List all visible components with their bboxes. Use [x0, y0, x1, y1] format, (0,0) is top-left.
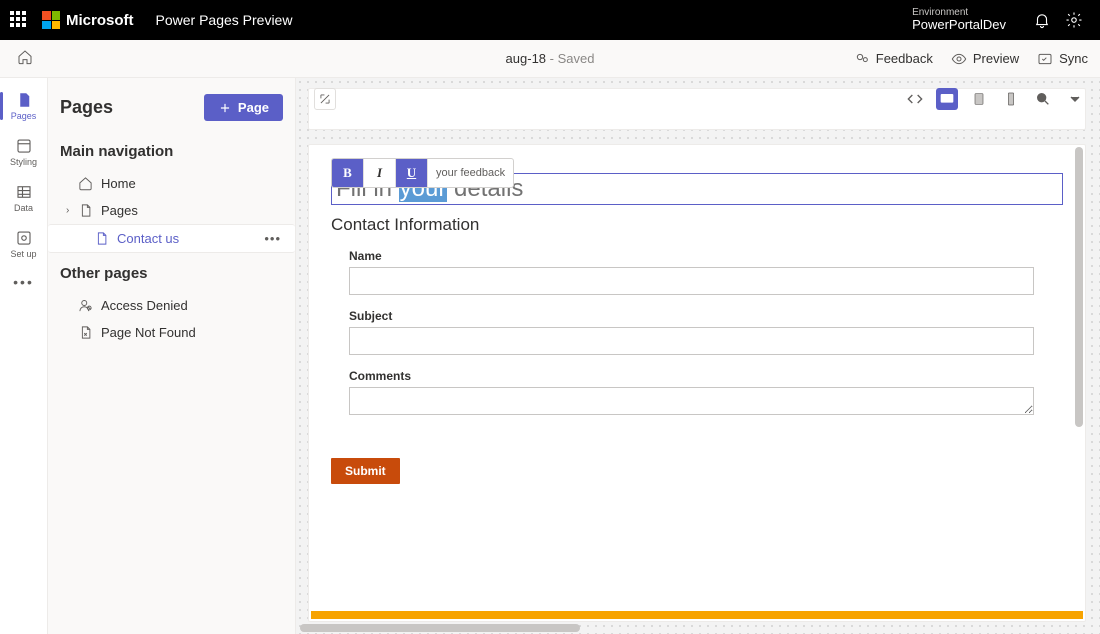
rail-data[interactable]: Data [0, 178, 48, 218]
access-denied-icon [78, 298, 93, 313]
resize-handle[interactable] [314, 88, 336, 110]
home-button[interactable] [12, 49, 38, 68]
bell-icon [1033, 11, 1051, 29]
horizontal-scrollbar[interactable] [300, 624, 580, 632]
tree-pages-label: Pages [101, 203, 138, 218]
microsoft-label: Microsoft [66, 12, 134, 29]
microsoft-brand: Microsoft [42, 11, 134, 29]
styling-icon [15, 137, 33, 155]
tree-not-found-label: Page Not Found [101, 325, 196, 340]
sync-icon [1037, 51, 1053, 67]
tree-access-denied-label: Access Denied [101, 298, 188, 313]
add-page-label: Page [238, 100, 269, 115]
chevron-down-icon [1067, 91, 1083, 107]
bold-button[interactable]: B [332, 158, 364, 188]
design-canvas: B I U your feedback Fill in your details… [296, 78, 1100, 634]
sync-button[interactable]: Sync [1037, 51, 1088, 67]
doc-name: aug-18 [506, 51, 546, 66]
submit-button[interactable]: Submit [331, 458, 400, 484]
tree-contact-label: Contact us [117, 231, 179, 246]
format-tail-text: your feedback [428, 167, 513, 179]
label-name: Name [349, 249, 1063, 263]
sync-label: Sync [1059, 51, 1088, 66]
form-subheading: Contact Information [331, 215, 1063, 235]
footer-accent-bar [311, 611, 1083, 619]
gear-icon [1065, 11, 1083, 29]
rail-styling-label: Styling [10, 157, 37, 167]
underline-button[interactable]: U [396, 158, 428, 188]
input-name[interactable] [349, 267, 1034, 295]
tree-home-label: Home [101, 176, 136, 191]
tree-home[interactable]: Home [60, 170, 283, 197]
page-icon [94, 231, 109, 246]
microsoft-logo-icon [42, 11, 60, 29]
feedback-label: Feedback [876, 51, 933, 66]
settings-button[interactable] [1058, 4, 1090, 36]
heading-editor[interactable]: B I U your feedback Fill in your details [331, 173, 1063, 205]
notifications-button[interactable] [1026, 4, 1058, 36]
environment-picker[interactable]: Environment PowerPortalDev [904, 7, 1006, 32]
home-icon [78, 176, 93, 191]
text-format-toolbar: B I U your feedback [331, 158, 514, 188]
canvas-section-form: B I U your feedback Fill in your details… [308, 144, 1086, 622]
label-subject: Subject [349, 309, 1063, 323]
resize-icon [318, 92, 332, 106]
global-header: Microsoft Power Pages Preview Environmen… [0, 0, 1100, 40]
setup-icon [15, 229, 33, 247]
eye-icon [951, 51, 967, 67]
input-subject[interactable] [349, 327, 1034, 355]
tablet-view-button[interactable] [968, 88, 990, 110]
home-icon [17, 49, 33, 65]
zoom-icon [1035, 91, 1051, 107]
mobile-icon [1003, 91, 1019, 107]
section-other-pages: Other pages [60, 265, 283, 282]
pages-panel: Pages Page Main navigation Home › Pages … [48, 78, 296, 634]
mobile-view-button[interactable] [1000, 88, 1022, 110]
code-icon [907, 91, 923, 107]
page-icon [15, 91, 33, 109]
rail-setup[interactable]: Set up [0, 224, 48, 264]
rail-styling[interactable]: Styling [0, 132, 48, 172]
not-found-icon [78, 325, 93, 340]
tree-item-more[interactable]: ••• [264, 231, 289, 246]
canvas-toolbar [904, 88, 1086, 110]
rail-pages[interactable]: Pages [0, 86, 48, 126]
section-main-nav: Main navigation [60, 143, 283, 160]
doc-status: - Saved [546, 51, 594, 66]
rail-more[interactable]: ••• [13, 274, 34, 290]
rail-setup-label: Set up [10, 249, 36, 259]
zoom-dropdown[interactable] [1064, 88, 1086, 110]
feedback-icon [854, 51, 870, 67]
add-page-button[interactable]: Page [204, 94, 283, 121]
tree-contact-us[interactable]: Contact us ••• [48, 224, 295, 253]
data-icon [15, 183, 33, 201]
tree-pages[interactable]: › Pages [60, 197, 283, 224]
desktop-icon [939, 91, 955, 107]
input-comments[interactable] [349, 387, 1034, 415]
tablet-icon [971, 91, 987, 107]
desktop-view-button[interactable] [936, 88, 958, 110]
rail-data-label: Data [14, 203, 33, 213]
preview-button[interactable]: Preview [951, 51, 1019, 67]
panel-title: Pages [60, 97, 113, 118]
italic-button[interactable]: I [364, 158, 396, 188]
app-launcher-icon[interactable] [10, 11, 28, 29]
tree-not-found[interactable]: Page Not Found [60, 319, 283, 346]
page-icon [78, 203, 93, 218]
preview-label: Preview [973, 51, 1019, 66]
feedback-button[interactable]: Feedback [854, 51, 933, 67]
plus-icon [218, 101, 232, 115]
tree-access-denied[interactable]: Access Denied [60, 292, 283, 319]
chevron-right-icon[interactable]: › [66, 205, 69, 216]
code-view-button[interactable] [904, 88, 926, 110]
left-rail: Pages Styling Data Set up ••• [0, 78, 48, 634]
command-bar: aug-18 - Saved Feedback Preview Sync [0, 40, 1100, 78]
environment-name: PowerPortalDev [912, 18, 1006, 32]
label-comments: Comments [349, 369, 1063, 383]
zoom-button[interactable] [1032, 88, 1054, 110]
app-title: Power Pages Preview [156, 12, 293, 28]
rail-pages-label: Pages [11, 111, 37, 121]
